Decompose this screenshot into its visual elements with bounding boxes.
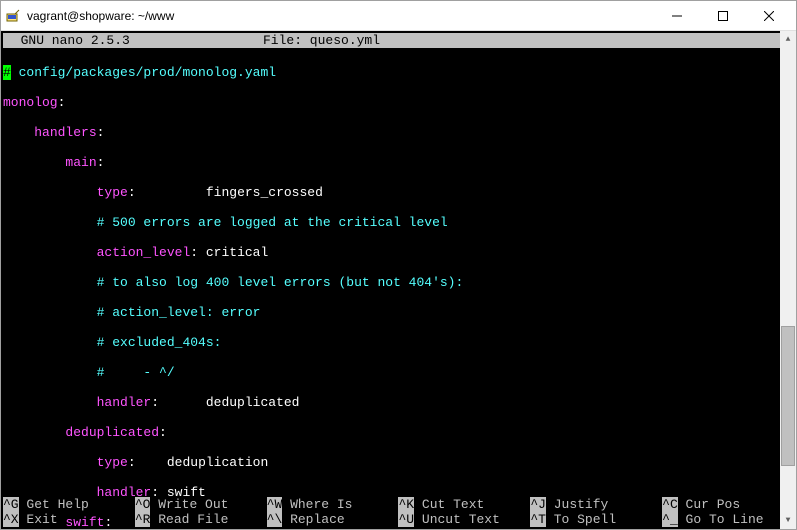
editor-content[interactable]: # config/packages/prod/monolog.yaml mono…: [1, 48, 796, 529]
code-line: type: fingers_crossed: [3, 185, 794, 200]
shortcut-cut-text[interactable]: ^K Cut Text: [398, 497, 530, 512]
maximize-button[interactable]: [700, 1, 746, 30]
shortcut-read-file[interactable]: ^R Read File: [135, 512, 267, 527]
nano-filename: File: queso.yml: [263, 33, 794, 48]
code-line: # config/packages/prod/monolog.yaml: [3, 65, 794, 80]
nano-shortcuts: ^G Get Help ^O Write Out ^W Where Is ^K …: [3, 497, 794, 527]
app-window: vagrant@shopware: ~/www GNU nano 2.5.3 F…: [0, 0, 797, 530]
shortcut-cur-pos[interactable]: ^C Cur Pos: [662, 497, 794, 512]
shortcut-uncut-text[interactable]: ^U Uncut Text: [398, 512, 530, 527]
shortcut-where-is[interactable]: ^W Where Is: [267, 497, 399, 512]
code-line: deduplicated:: [3, 425, 794, 440]
code-line: type: deduplication: [3, 455, 794, 470]
window-controls: [654, 1, 792, 30]
shortcut-get-help[interactable]: ^G Get Help: [3, 497, 135, 512]
cursor: #: [3, 65, 11, 80]
shortcut-row-2: ^X Exit ^R Read File ^\ Replace ^U Uncut…: [3, 512, 794, 527]
close-button[interactable]: [746, 1, 792, 30]
shortcut-write-out[interactable]: ^O Write Out: [135, 497, 267, 512]
scroll-thumb[interactable]: [781, 326, 795, 465]
code-line: # - ^/: [3, 365, 794, 380]
code-line: action_level: critical: [3, 245, 794, 260]
code-line: # action_level: error: [3, 305, 794, 320]
code-line: # to also log 400 level errors (but not …: [3, 275, 794, 290]
shortcut-exit[interactable]: ^X Exit: [3, 512, 135, 527]
minimize-button[interactable]: [654, 1, 700, 30]
scroll-up-icon[interactable]: ▲: [780, 31, 796, 48]
code-line: main:: [3, 155, 794, 170]
code-line: monolog:: [3, 95, 794, 110]
code-line: # excluded_404s:: [3, 335, 794, 350]
code-line: # 500 errors are logged at the critical …: [3, 215, 794, 230]
scroll-down-icon[interactable]: ▼: [780, 512, 796, 529]
shortcut-to-spell[interactable]: ^T To Spell: [530, 512, 662, 527]
putty-icon: [5, 8, 21, 24]
scrollbar[interactable]: ▲ ▼: [780, 31, 796, 529]
shortcut-row-1: ^G Get Help ^O Write Out ^W Where Is ^K …: [3, 497, 794, 512]
shortcut-go-to-line[interactable]: ^_ Go To Line: [662, 512, 794, 527]
code-line: handler: deduplicated: [3, 395, 794, 410]
scroll-track[interactable]: [780, 48, 796, 512]
terminal[interactable]: GNU nano 2.5.3 File: queso.yml # config/…: [1, 31, 796, 529]
titlebar[interactable]: vagrant@shopware: ~/www: [1, 1, 796, 31]
nano-app-version: GNU nano 2.5.3: [3, 33, 263, 48]
window-title: vagrant@shopware: ~/www: [27, 9, 654, 23]
shortcut-replace[interactable]: ^\ Replace: [267, 512, 399, 527]
code-line: handlers:: [3, 125, 794, 140]
nano-statusbar: GNU nano 2.5.3 File: queso.yml: [3, 33, 794, 48]
shortcut-justify[interactable]: ^J Justify: [530, 497, 662, 512]
